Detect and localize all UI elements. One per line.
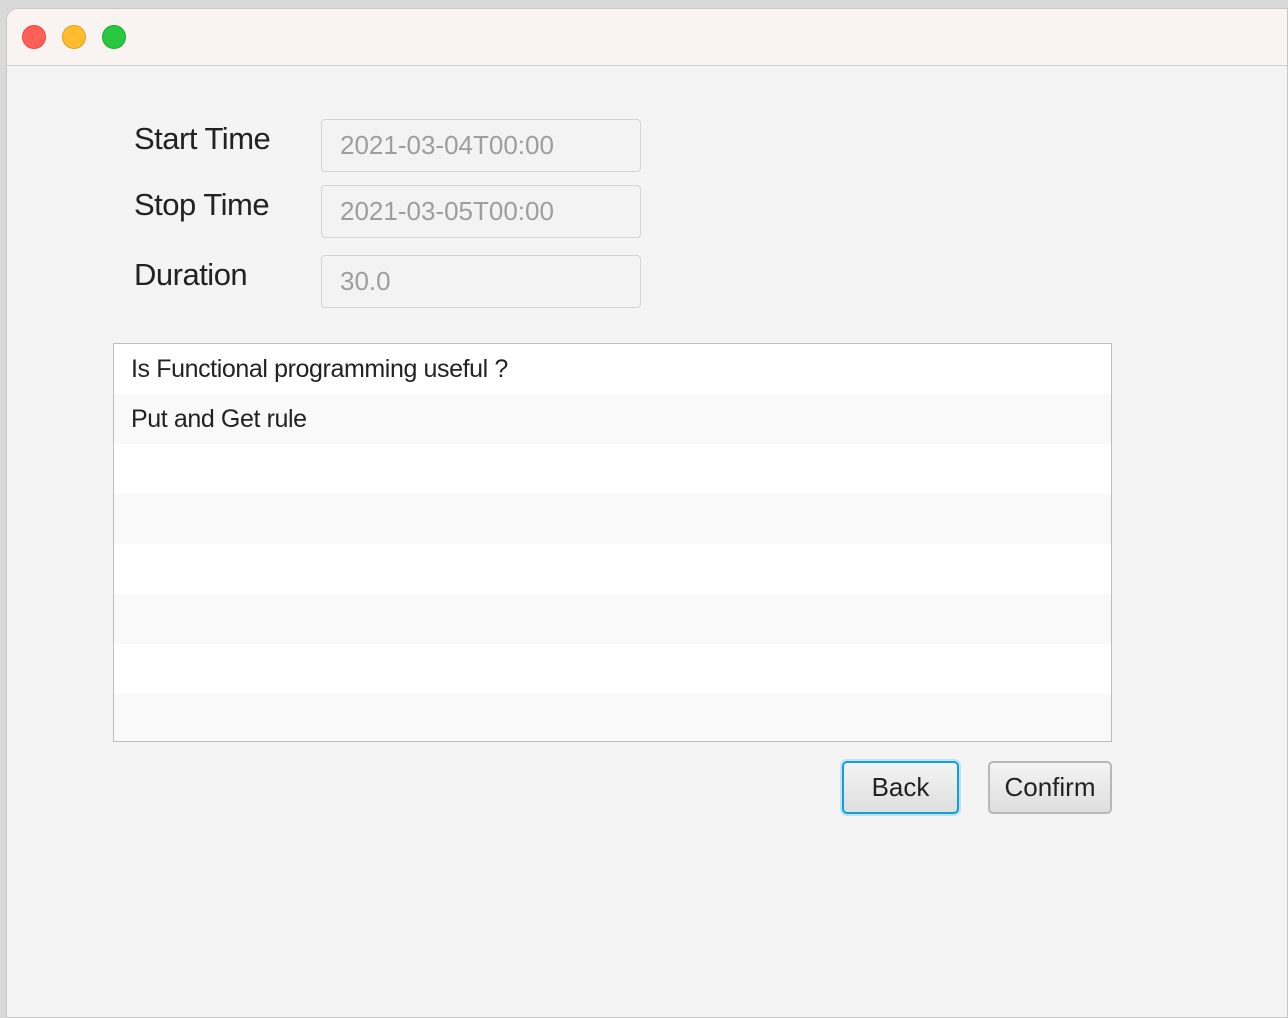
duration-field[interactable]: 30.0 [321,255,641,308]
minimize-button[interactable] [62,25,86,49]
list-item-empty [114,494,1111,544]
start-time-label: Start Time [134,121,271,156]
start-time-field[interactable]: 2021-03-04T00:00 [321,119,641,172]
list-item-empty [114,444,1111,494]
title-bar[interactable] [7,9,1287,66]
topics-list[interactable]: Is Functional programming useful ? Put a… [113,343,1112,742]
stop-time-label: Stop Time [134,187,270,222]
list-item[interactable]: Is Functional programming useful ? [114,344,1111,394]
list-item-empty [114,594,1111,644]
list-item-empty [114,694,1111,741]
duration-label: Duration [134,257,248,292]
zoom-button[interactable] [102,25,126,49]
app-window: Start Time 2021-03-04T00:00 Stop Time 20… [6,8,1288,1018]
stop-time-field[interactable]: 2021-03-05T00:00 [321,185,641,238]
confirm-button[interactable]: Confirm [988,761,1112,814]
list-item-empty [114,644,1111,694]
back-button[interactable]: Back [842,761,959,814]
close-button[interactable] [22,25,46,49]
list-item[interactable]: Put and Get rule [114,394,1111,444]
list-item-empty [114,544,1111,594]
